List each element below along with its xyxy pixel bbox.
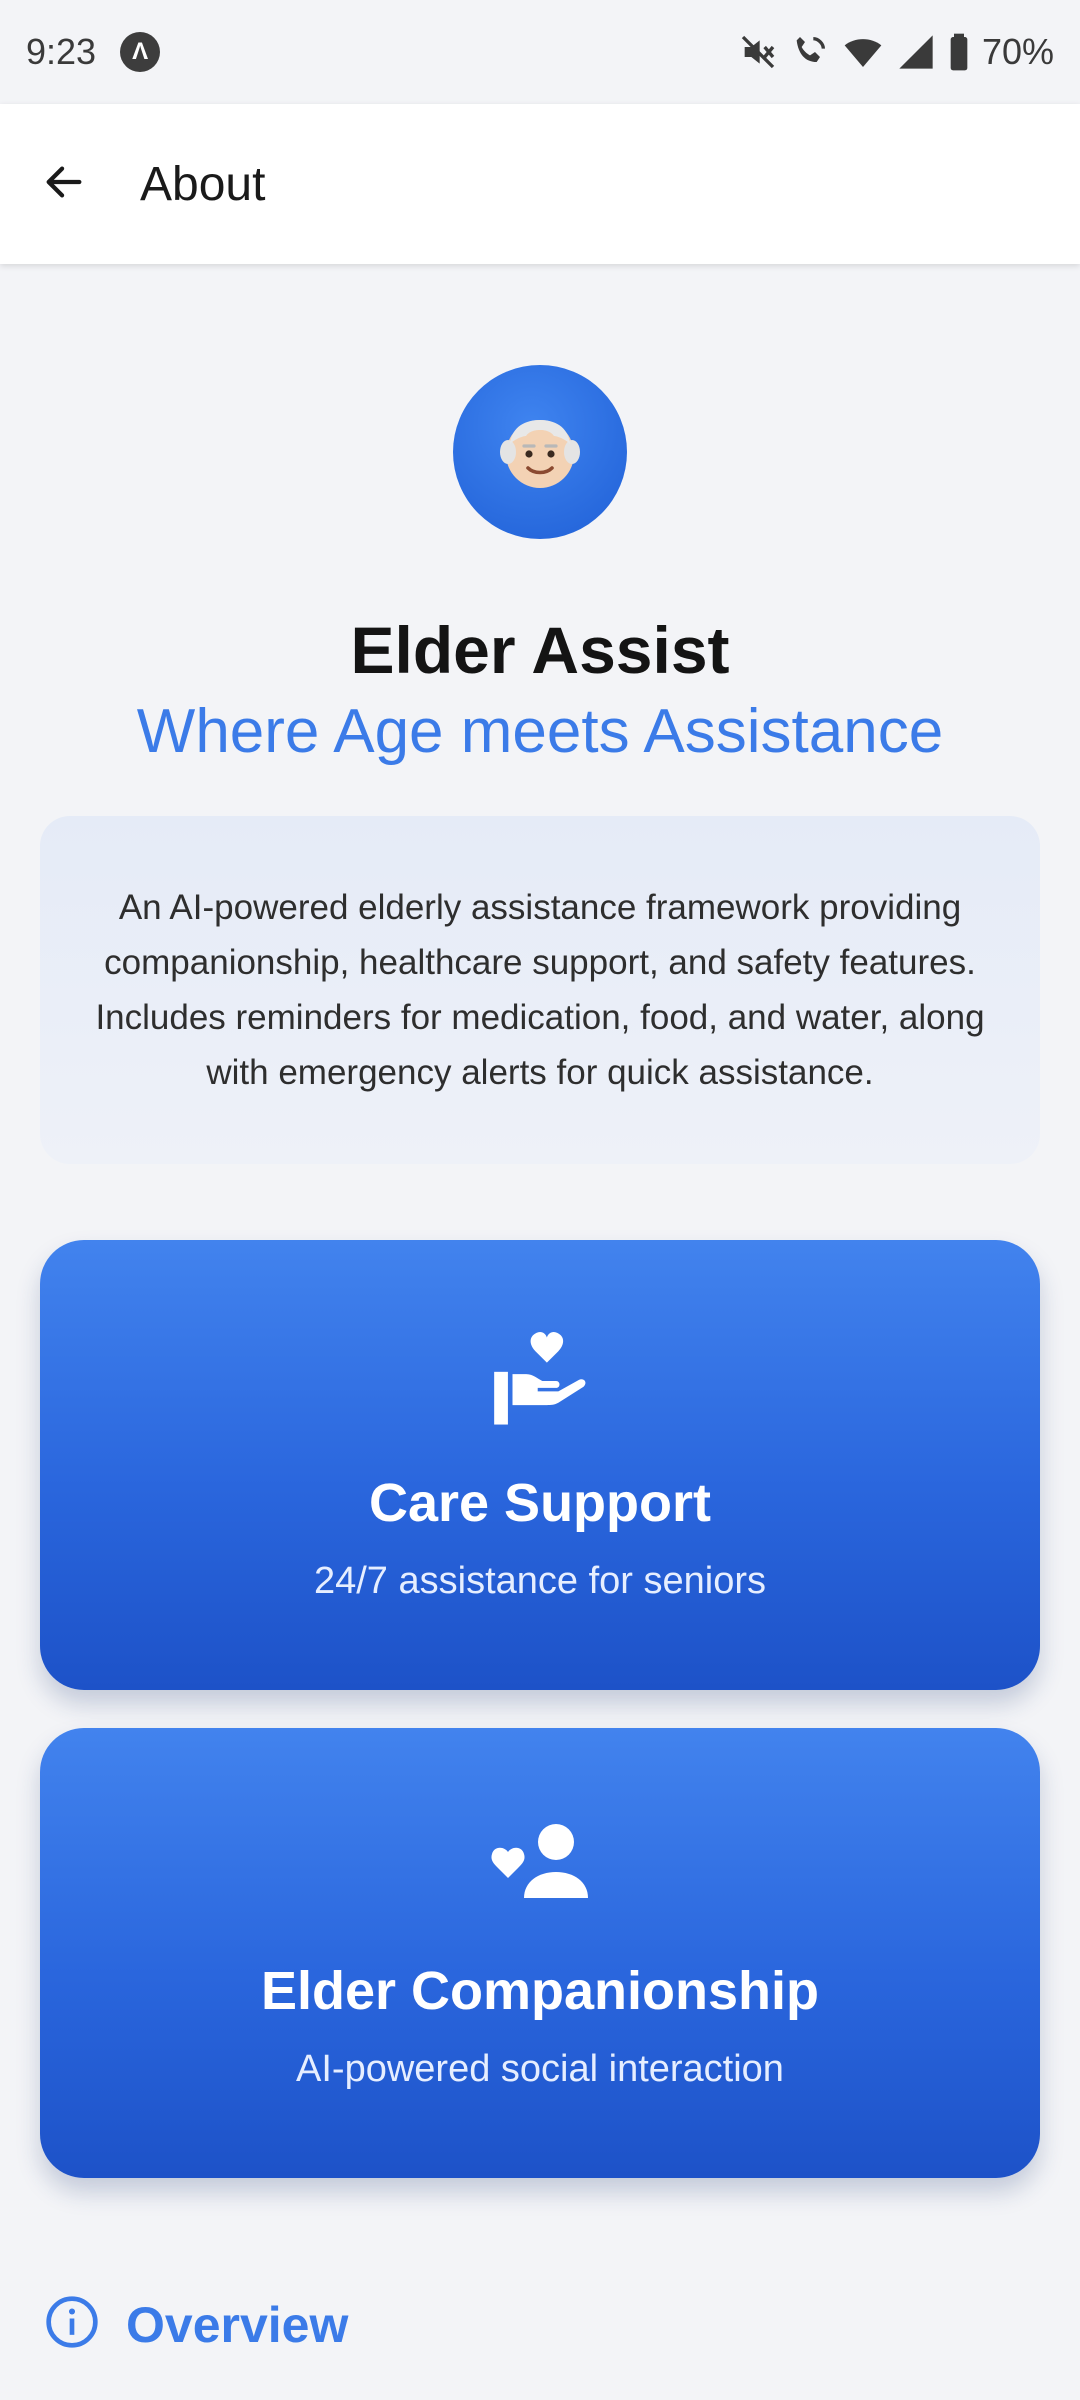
- mute-icon: [738, 32, 778, 72]
- app-name: Elder Assist: [350, 613, 730, 687]
- app-logo: [453, 365, 627, 539]
- status-bar: 9:23 Λ 70%: [0, 0, 1080, 104]
- wifi-call-icon: [790, 32, 830, 72]
- hand-heart-icon: [485, 1326, 595, 1441]
- overview-section-header[interactable]: Overview: [44, 2294, 348, 2355]
- feature-title: Elder Companionship: [260, 1961, 820, 2021]
- feature-subtitle: AI-powered social interaction: [296, 2048, 784, 2090]
- battery-icon: [948, 32, 970, 72]
- elder-face-icon: [500, 420, 580, 488]
- signal-icon: [896, 32, 936, 72]
- app-tagline: Where Age meets Assistance: [136, 697, 944, 766]
- description-card: An AI-powered elderly assistance framewo…: [40, 816, 1040, 1164]
- arrow-back-icon: [41, 159, 87, 210]
- page-title: About: [140, 157, 266, 211]
- notification-app-icon: Λ: [120, 32, 161, 72]
- app-bar: About: [0, 104, 1080, 264]
- back-button[interactable]: [28, 148, 100, 220]
- feature-card-care-support[interactable]: Care Support 24/7 assistance for seniors: [40, 1240, 1040, 1690]
- wifi-icon: [842, 32, 884, 72]
- feature-card-elder-companionship[interactable]: Elder Companionship AI-powered social in…: [40, 1728, 1040, 2178]
- heart-person-icon: [482, 1814, 598, 1915]
- status-time: 9:23: [26, 31, 97, 72]
- info-icon: [44, 2294, 100, 2355]
- app-description: An AI-powered elderly assistance framewo…: [95, 888, 985, 1092]
- feature-subtitle: 24/7 assistance for seniors: [313, 1560, 766, 1602]
- about-content: Elder Assist Where Age meets Assistance …: [0, 264, 1080, 2400]
- overview-title: Overview: [126, 2296, 349, 2353]
- feature-title: Care Support: [368, 1473, 712, 1533]
- battery-percent: 70%: [981, 31, 1054, 72]
